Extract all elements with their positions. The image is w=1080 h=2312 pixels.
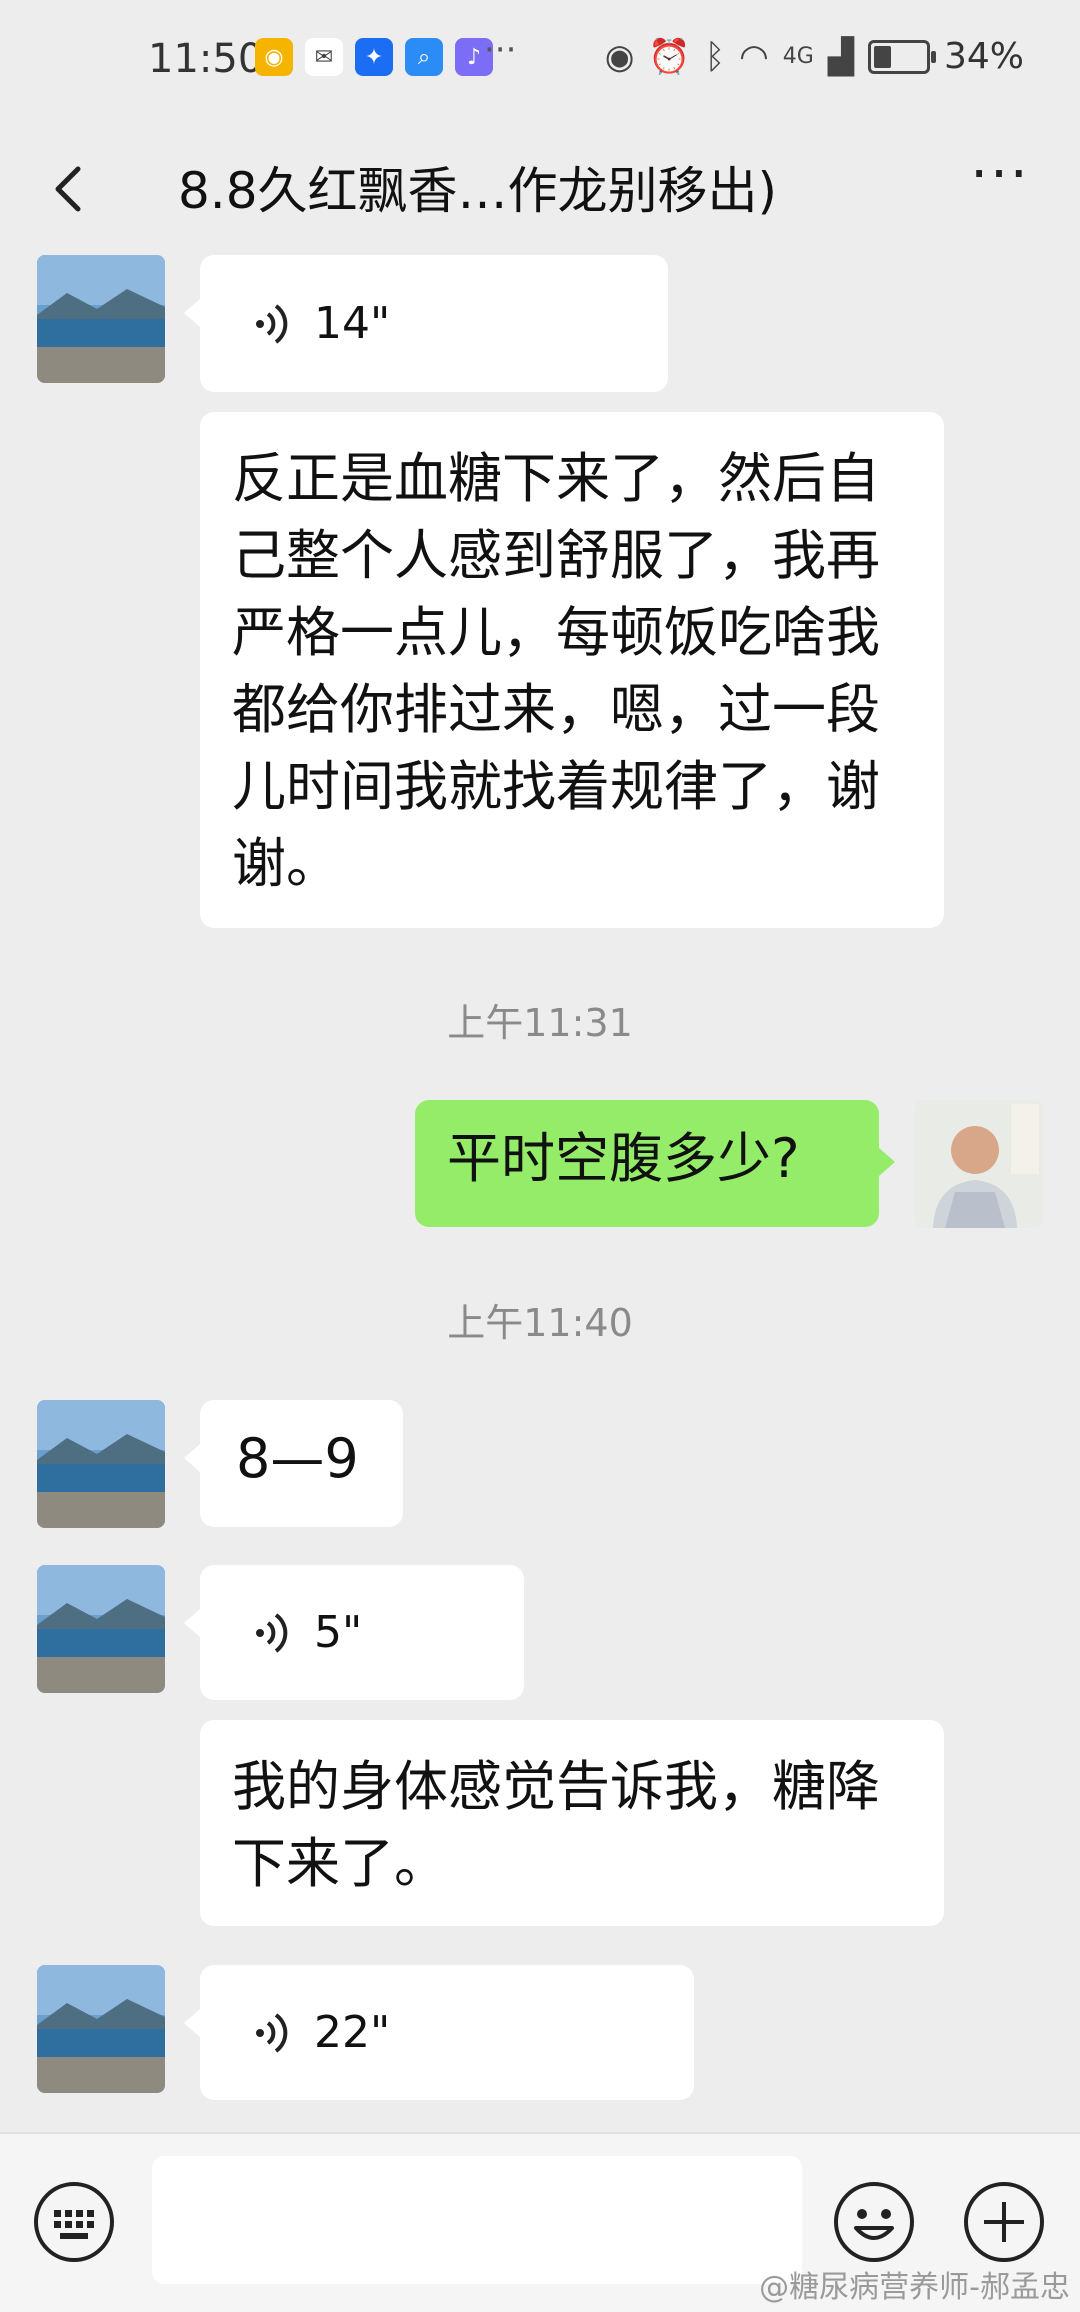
eye-comfort-icon: ◉ xyxy=(604,36,635,77)
person-photo xyxy=(915,1100,1043,1228)
voice-message[interactable]: 14" xyxy=(184,255,668,392)
voice-message[interactable]: 5" xyxy=(184,1565,524,1700)
text-message[interactable]: 8—9 xyxy=(184,1400,403,1527)
plus-icon xyxy=(964,2182,1044,2262)
voice-message[interactable]: 22" xyxy=(184,1965,694,2100)
bulb-app-icon: ✦ xyxy=(355,38,393,76)
status-bar: 11:50 ◉ ✉ ✦ ⌕ ♪ ··· ◉ ⏰ ᛒ ◠ 4G ▟ 34% xyxy=(0,0,1080,125)
status-time: 11:50 xyxy=(148,36,264,82)
chat-header: 8.8久红飘香…作龙别移出) ··· xyxy=(0,125,1080,255)
emoji-button[interactable] xyxy=(832,2180,916,2264)
chat-timestamp: 上午11:40 xyxy=(447,1301,633,1345)
contact-avatar[interactable] xyxy=(37,1965,165,2093)
own-avatar[interactable] xyxy=(915,1100,1043,1228)
chat-title: 8.8久红飘香…作龙别移出) xyxy=(178,162,778,220)
system-icons: ◉ ⏰ ᛒ ◠ 4G ▟ 34% xyxy=(605,36,1024,77)
more-options-button[interactable]: ··· xyxy=(960,145,1040,225)
battery-percent: 34% xyxy=(943,36,1024,77)
lake-landscape-image xyxy=(37,1400,165,1528)
voice-duration: 14" xyxy=(314,298,391,349)
more-functions-button[interactable] xyxy=(962,2180,1046,2264)
message-text: 平时空腹多少? xyxy=(447,1127,800,1190)
contact-avatar[interactable] xyxy=(37,1565,165,1693)
message-input[interactable] xyxy=(152,2156,802,2284)
watermark: @糖尿病营养师-郝孟忠 xyxy=(759,2270,1070,2305)
voice-duration: 22" xyxy=(314,2007,391,2058)
lake-landscape-image xyxy=(37,1565,165,1693)
keyboard-icon xyxy=(34,2182,114,2262)
input-bar: @糖尿病营养师-郝孟忠 xyxy=(0,2132,1080,2312)
bluetooth-icon: ᛒ xyxy=(704,36,726,77)
back-button[interactable] xyxy=(40,147,100,227)
smiley-icon xyxy=(834,2182,914,2262)
chat-timestamp: 上午11:31 xyxy=(447,1001,633,1045)
chevron-left-icon xyxy=(55,166,81,212)
message-text: 反正是血糖下来了，然后自己整个人感到舒服了，我再严格一点儿，每顿饭吃啥我都给你排… xyxy=(232,447,880,895)
voice-duration: 5" xyxy=(314,1607,363,1658)
message-text: 我的身体感觉告诉我，糖降下来了。 xyxy=(232,1755,880,1895)
wifi-icon: ◠ xyxy=(739,36,769,77)
contact-avatar[interactable] xyxy=(37,255,165,383)
more-notifications: ··· xyxy=(484,30,517,70)
voice-wave-icon xyxy=(256,2012,288,2053)
voice-wave-icon xyxy=(256,303,288,344)
own-text-message[interactable]: 平时空腹多少? xyxy=(415,1100,895,1227)
alarm-icon: ⏰ xyxy=(648,36,691,77)
battery-icon xyxy=(867,39,936,74)
lake-landscape-image xyxy=(37,1965,165,2093)
network-type: 4G xyxy=(782,44,814,69)
keyboard-toggle-button[interactable] xyxy=(32,2180,116,2264)
text-message[interactable]: 我的身体感觉告诉我，糖降下来了。 xyxy=(200,1720,944,1926)
notification-icons: ◉ ✉ ✦ ⌕ ♪ xyxy=(255,38,493,76)
lake-landscape-image xyxy=(37,255,165,383)
signal-icon: ▟ xyxy=(827,36,854,77)
message-text: 8—9 xyxy=(236,1427,359,1490)
contact-avatar[interactable] xyxy=(37,1400,165,1528)
text-message[interactable]: 反正是血糖下来了，然后自己整个人感到舒服了，我再严格一点儿，每顿饭吃啥我都给你排… xyxy=(200,412,944,928)
wechat-icon: ✉ xyxy=(305,38,343,76)
voice-wave-icon xyxy=(256,1612,288,1653)
search-app-icon: ⌕ xyxy=(405,38,443,76)
weibo-icon: ◉ xyxy=(255,38,293,76)
battery-level xyxy=(873,45,891,68)
